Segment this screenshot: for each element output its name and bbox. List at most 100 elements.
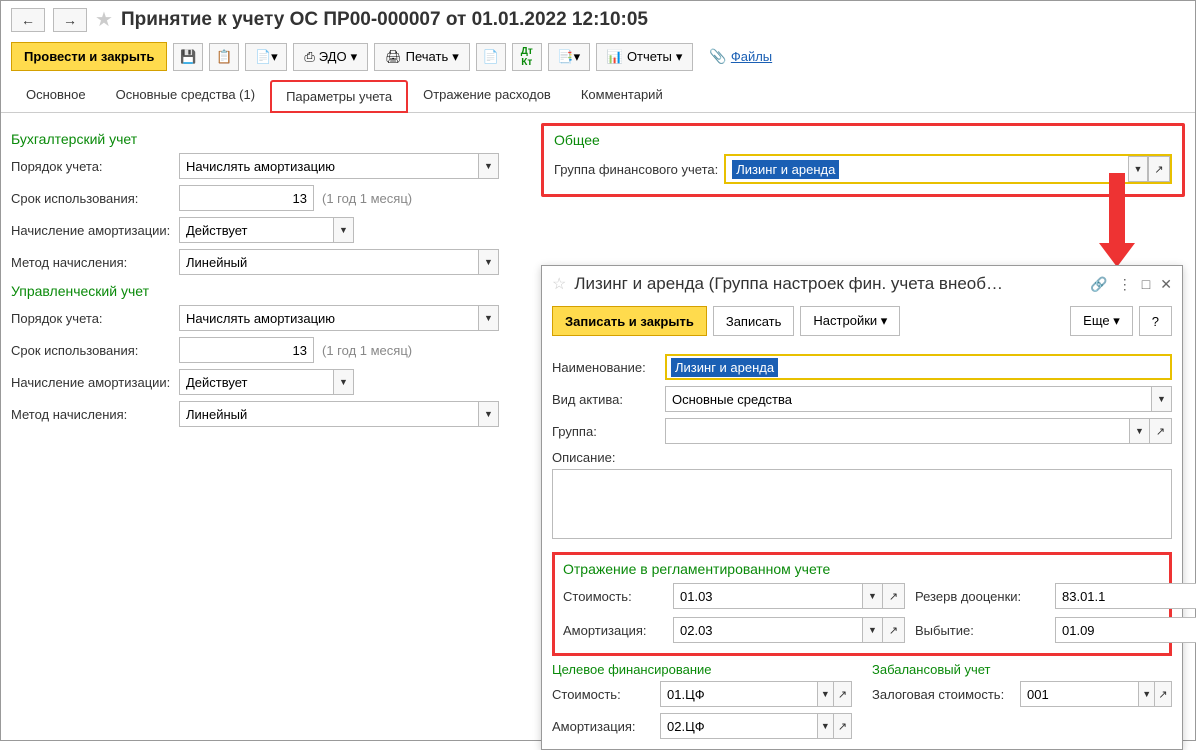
disposal-label: Выбытие: xyxy=(915,623,1045,638)
page-title: Принятие к учету ОС ПР00-000007 от 01.01… xyxy=(121,9,648,31)
action-icon-button[interactable]: 📄▾ xyxy=(245,43,287,71)
popup-title: Лизинг и аренда (Группа настроек фин. уч… xyxy=(574,274,1082,294)
m-term-hint: (1 год 1 месяц) xyxy=(322,343,412,358)
order-dropdown[interactable]: ▼ xyxy=(479,153,499,179)
m-method-input[interactable] xyxy=(179,401,479,427)
cost-label: Стоимость: xyxy=(563,589,663,604)
post-close-button[interactable]: Провести и закрыть xyxy=(11,42,167,71)
menu-icon[interactable]: ⋮ xyxy=(1118,276,1132,293)
save-icon-button[interactable]: 💾 xyxy=(173,43,203,71)
pledge-input[interactable] xyxy=(1020,681,1139,707)
edo-button[interactable]: ⎙ ЭДО ▾ xyxy=(293,43,368,71)
pledge-label: Залоговая стоимость: xyxy=(872,687,1012,702)
pledge-open[interactable]: ↗ xyxy=(1155,681,1172,707)
popup-favorite-icon[interactable]: ☆ xyxy=(552,274,566,294)
p-amort-input[interactable] xyxy=(673,617,863,643)
asset-type-label: Вид актива: xyxy=(552,392,657,407)
t-cost-dropdown[interactable]: ▼ xyxy=(818,681,834,707)
popup-help-button[interactable]: ? xyxy=(1139,306,1172,336)
method-input[interactable] xyxy=(179,249,479,275)
t-amort-label: Амортизация: xyxy=(552,719,652,734)
term-hint: (1 год 1 месяц) xyxy=(322,191,412,206)
t-amort-open[interactable]: ↗ xyxy=(834,713,852,739)
t-cost-open[interactable]: ↗ xyxy=(834,681,852,707)
order-input[interactable] xyxy=(179,153,479,179)
m-method-dropdown[interactable]: ▼ xyxy=(479,401,499,427)
nav-back[interactable]: ← xyxy=(11,8,45,32)
method-label: Метод начисления: xyxy=(11,255,171,270)
desc-textarea[interactable] xyxy=(552,469,1172,539)
t-amort-input[interactable] xyxy=(660,713,818,739)
popup-more-button[interactable]: Еще ▾ xyxy=(1070,306,1133,336)
fingroup-open[interactable]: ↗ xyxy=(1148,156,1170,182)
fingroup-label: Группа финансового учета: xyxy=(554,162,718,177)
t-cost-input[interactable] xyxy=(660,681,818,707)
m-method-label: Метод начисления: xyxy=(11,407,171,422)
term-label: Срок использования: xyxy=(11,191,171,206)
group-label: Группа: xyxy=(552,424,657,439)
cost-input[interactable] xyxy=(673,583,863,609)
mgmt-section-title: Управленческий учет xyxy=(11,283,521,299)
target-title: Целевое финансирование xyxy=(552,662,852,677)
dk-icon-button[interactable]: ДтКт xyxy=(512,43,542,71)
m-order-dropdown[interactable]: ▼ xyxy=(479,305,499,331)
m-amort-input[interactable] xyxy=(179,369,334,395)
tab-main[interactable]: Основное xyxy=(11,79,101,112)
group-input[interactable] xyxy=(665,418,1130,444)
m-term-input[interactable] xyxy=(179,337,314,363)
group-dropdown[interactable]: ▼ xyxy=(1130,418,1150,444)
doc-icon-button[interactable]: 📄 xyxy=(476,43,506,71)
post-icon-button[interactable]: 📋 xyxy=(209,43,239,71)
popup-settings-button[interactable]: Настройки ▾ xyxy=(800,306,900,336)
popup-save-button[interactable]: Записать xyxy=(713,306,795,336)
amort-dropdown[interactable]: ▼ xyxy=(334,217,354,243)
pledge-dropdown[interactable]: ▼ xyxy=(1139,681,1155,707)
tab-assets[interactable]: Основные средства (1) xyxy=(101,79,271,112)
reserve-input[interactable] xyxy=(1055,583,1196,609)
method-dropdown[interactable]: ▼ xyxy=(479,249,499,275)
offbal-title: Забалансовый учет xyxy=(872,662,1172,677)
p-amort-label: Амортизация: xyxy=(563,623,663,638)
m-order-input[interactable] xyxy=(179,305,479,331)
fingroup-popup: ☆ Лизинг и аренда (Группа настроек фин. … xyxy=(541,265,1183,750)
close-icon[interactable]: ✕ xyxy=(1160,276,1172,293)
related-icon-button[interactable]: 📑▾ xyxy=(548,43,590,71)
t-cost-label: Стоимость: xyxy=(552,687,652,702)
nav-forward[interactable]: → xyxy=(53,8,87,32)
print-button[interactable]: 🖨 Печать ▾ xyxy=(374,43,470,71)
term-input[interactable] xyxy=(179,185,314,211)
group-open[interactable]: ↗ xyxy=(1150,418,1172,444)
p-amort-dropdown[interactable]: ▼ xyxy=(863,617,883,643)
name-label: Наименование: xyxy=(552,360,657,375)
m-amort-dropdown[interactable]: ▼ xyxy=(334,369,354,395)
desc-label: Описание: xyxy=(552,450,615,465)
accounting-section-title: Бухгалтерский учет xyxy=(11,131,521,147)
tab-comment[interactable]: Комментарий xyxy=(566,79,678,112)
order-label: Порядок учета: xyxy=(11,159,171,174)
asset-type-dropdown[interactable]: ▼ xyxy=(1152,386,1172,412)
m-order-label: Порядок учета: xyxy=(11,311,171,326)
amort-input[interactable] xyxy=(179,217,334,243)
reg-title: Отражение в регламентированном учете xyxy=(563,561,1161,577)
attach-icon: 📎 xyxy=(709,48,726,65)
tab-params[interactable]: Параметры учета xyxy=(270,80,408,113)
t-amort-dropdown[interactable]: ▼ xyxy=(818,713,834,739)
popup-save-close-button[interactable]: Записать и закрыть xyxy=(552,306,707,336)
cost-open[interactable]: ↗ xyxy=(883,583,905,609)
general-red-box: Общее Группа финансового учета: Лизинг и… xyxy=(541,123,1185,197)
favorite-icon[interactable]: ★ xyxy=(95,7,113,32)
cost-dropdown[interactable]: ▼ xyxy=(863,583,883,609)
p-amort-open[interactable]: ↗ xyxy=(883,617,905,643)
maximize-icon[interactable]: □ xyxy=(1142,276,1150,293)
m-term-label: Срок использования: xyxy=(11,343,171,358)
disposal-input[interactable] xyxy=(1055,617,1196,643)
link-icon[interactable]: 🔗 xyxy=(1090,276,1107,293)
files-link[interactable]: Файлы xyxy=(731,49,772,64)
asset-type-input[interactable] xyxy=(665,386,1152,412)
m-amort-label: Начисление амортизации: xyxy=(11,375,171,390)
name-input[interactable]: Лизинг и аренда xyxy=(665,354,1172,380)
fingroup-value[interactable]: Лизинг и аренда xyxy=(726,160,1128,179)
tab-expenses[interactable]: Отражение расходов xyxy=(408,79,566,112)
amort-label: Начисление амортизации: xyxy=(11,223,171,238)
reports-button[interactable]: 📊 Отчеты ▾ xyxy=(596,43,694,71)
